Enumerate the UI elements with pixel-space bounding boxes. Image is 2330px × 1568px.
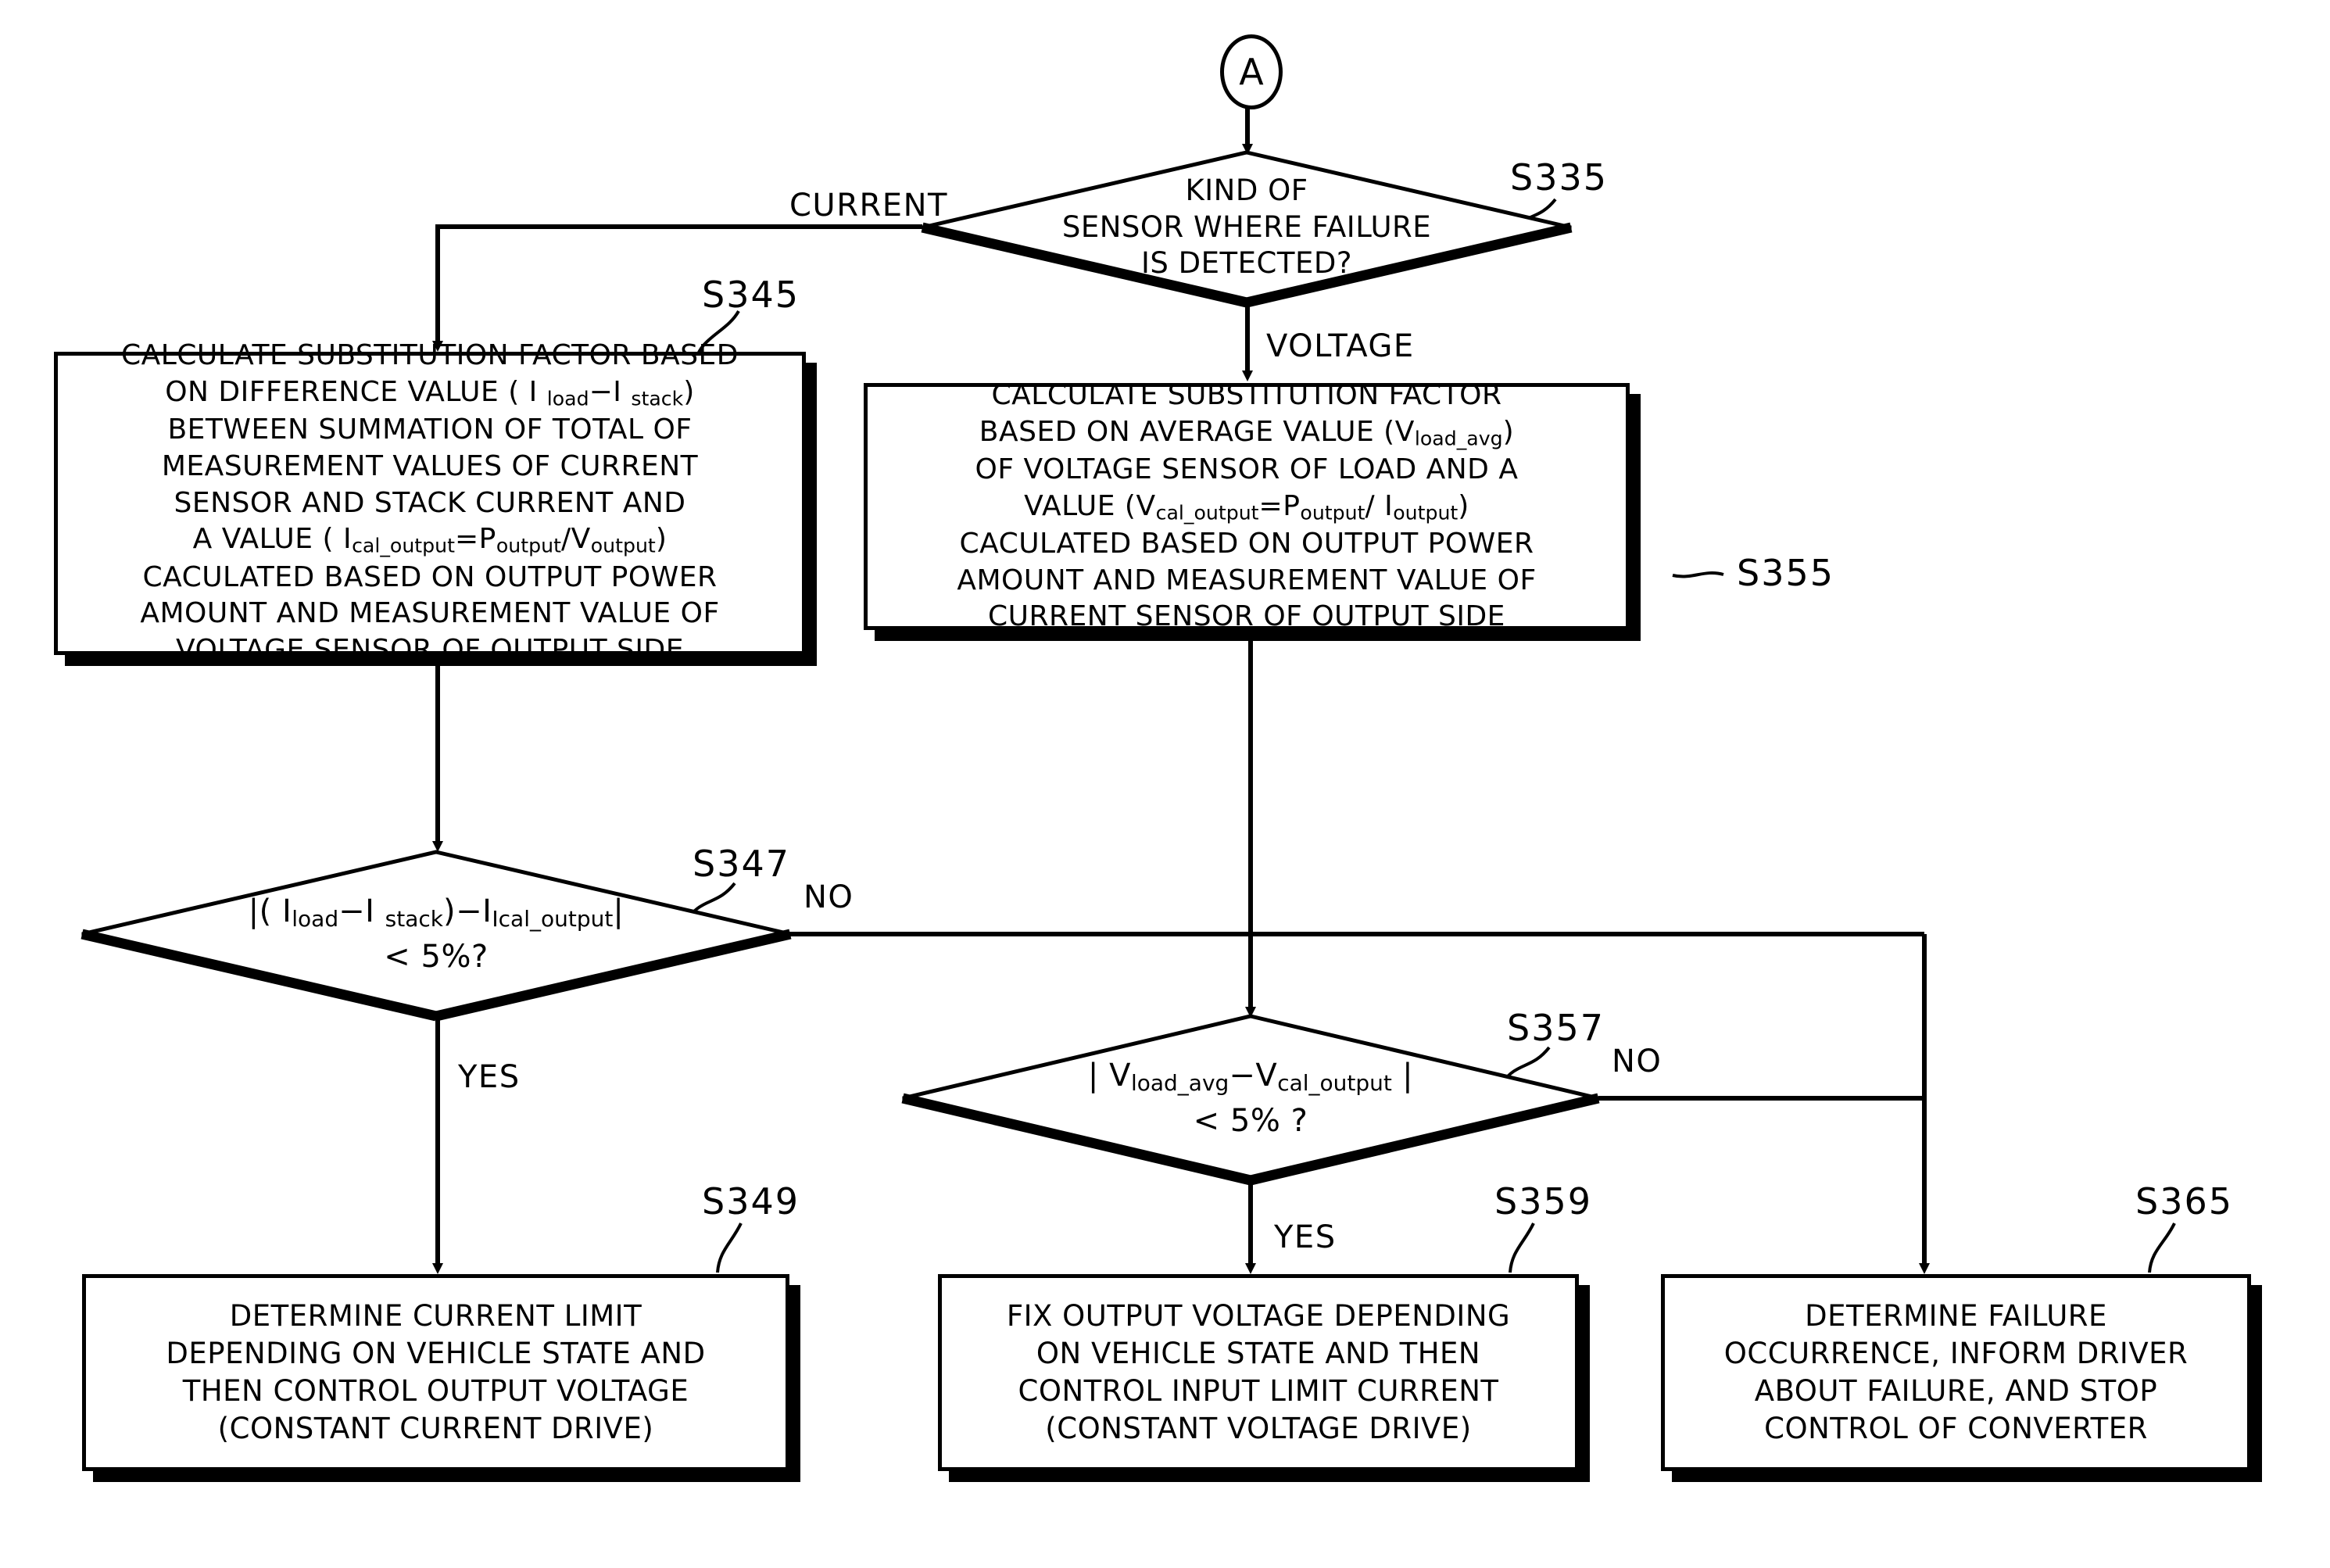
process-s355-line-3: OF VOLTAGE SENSOR OF LOAD AND A	[975, 453, 1519, 485]
process-s345-line-1: CALCULATE SUBSTITUTION FACTOR BASED	[120, 338, 739, 371]
process-s359: FIX OUTPUT VOLTAGE DEPENDING ON VEHICLE …	[938, 1274, 1579, 1471]
ref-s335: S335	[1510, 156, 1608, 199]
edge-label-current: CURRENT	[789, 188, 948, 224]
process-s349-text: DETERMINE CURRENT LIMIT DEPENDING ON VEH…	[158, 1293, 713, 1452]
edge-label-yes-s357: YES	[1274, 1219, 1337, 1255]
process-s345-line-2: ON DIFFERENCE VALUE ( I load−I stack)	[165, 375, 695, 410]
decision-s357: | Vload_avg−Vcal_output | < 5% ?	[901, 1014, 1600, 1186]
process-s345: CALCULATE SUBSTITUTION FACTOR BASED ON D…	[54, 339, 806, 666]
process-s345-line-8: AMOUNT AND MEASUREMENT VALUE OF	[140, 597, 720, 630]
process-s359-line-3: CONTROL INPUT LIMIT CURRENT	[1018, 1374, 1499, 1408]
process-s359-line-4: (CONSTANT VOLTAGE DRIVE)	[1045, 1412, 1472, 1446]
process-s349: DETERMINE CURRENT LIMIT DEPENDING ON VEH…	[82, 1274, 789, 1471]
process-s349-line-2: DEPENDING ON VEHICLE STATE AND	[166, 1336, 706, 1370]
decision-s347: |( Iload−I stack)−IIcal_output| < 5%?	[81, 850, 792, 1022]
process-s359-text: FIX OUTPUT VOLTAGE DEPENDING ON VEHICLE …	[999, 1293, 1518, 1452]
edge-label-yes-s347: YES	[458, 1059, 521, 1095]
process-s349-line-4: (CONSTANT CURRENT DRIVE)	[217, 1412, 654, 1446]
process-s345-line-5: SENSOR AND STACK CURRENT AND	[174, 486, 686, 519]
process-s355: CALCULATE SUBSTITUTION FACTOR BASED ON A…	[864, 379, 1630, 632]
process-s365: DETERMINE FAILURE OCCURRENCE, INFORM DRI…	[1661, 1274, 2251, 1471]
edge-label-voltage: VOLTAGE	[1266, 328, 1415, 364]
process-s365-line-2: OCCURRENCE, INFORM DRIVER	[1723, 1336, 2189, 1370]
process-s345-text: CALCULATE SUBSTITUTION FACTOR BASED ON D…	[113, 333, 746, 674]
process-s355-line-7: CURRENT SENSOR OF OUTPUT SIDE	[988, 600, 1505, 633]
ref-s365: S365	[2135, 1180, 2233, 1223]
process-s365-line-3: ABOUT FAILURE, AND STOP	[1754, 1374, 2158, 1408]
connector-a-label: A	[1239, 51, 1264, 93]
process-s355-line-1: CALCULATE SUBSTITUTION FACTOR	[991, 378, 1502, 411]
process-s365-line-4: CONTROL OF CONVERTER	[1764, 1412, 2148, 1446]
process-s355-line-4: VALUE (Vcal_output=Poutput/ Ioutput)	[1024, 489, 1469, 524]
ref-s357: S357	[1507, 1007, 1605, 1049]
ref-s359: S359	[1494, 1180, 1592, 1223]
edge-label-no-s347: NO	[804, 879, 854, 915]
process-s355-text: CALCULATE SUBSTITUTION FACTOR BASED ON A…	[949, 373, 1544, 641]
process-s355-line-6: AMOUNT AND MEASUREMENT VALUE OF	[957, 564, 1537, 596]
process-s345-line-4: MEASUREMENT VALUES OF CURRENT	[161, 449, 699, 482]
process-s345-line-6: A VALUE ( Ical_output=Poutput/Voutput)	[192, 523, 668, 557]
process-s365-text: DETERMINE FAILURE OCCURRENCE, INFORM DRI…	[1716, 1293, 2196, 1452]
process-s345-line-3: BETWEEN SUMMATION OF TOTAL OF	[167, 413, 693, 446]
ref-s355: S355	[1737, 552, 1834, 594]
process-s349-line-3: THEN CONTROL OUTPUT VOLTAGE	[182, 1374, 689, 1408]
process-s359-line-2: ON VEHICLE STATE AND THEN	[1036, 1336, 1481, 1370]
process-s355-line-5: CACULATED BASED ON OUTPUT POWER	[959, 527, 1534, 560]
ref-s345: S345	[702, 274, 800, 316]
process-s359-line-1: FIX OUTPUT VOLTAGE DEPENDING	[1006, 1298, 1511, 1333]
edge-label-no-s357: NO	[1612, 1044, 1662, 1079]
process-s349-line-1: DETERMINE CURRENT LIMIT	[229, 1298, 642, 1333]
process-s365-line-1: DETERMINE FAILURE	[1805, 1298, 2107, 1333]
process-s355-line-2: BASED ON AVERAGE VALUE (Vload_avg)	[979, 415, 1515, 450]
flowchart-canvas: A KIND OF SENSOR WHERE FAILURE IS DETECT…	[0, 0, 2330, 1568]
ref-s349: S349	[702, 1180, 800, 1223]
decision-s335: KIND OF SENSOR WHERE FAILURE IS DETECTED…	[921, 150, 1573, 308]
connector-a: A	[1220, 34, 1283, 109]
process-s345-line-9: VOLTAGE SENSOR OF OUTPUT SIDE	[176, 634, 684, 667]
ref-s347: S347	[693, 843, 790, 885]
process-s345-line-7: CACULATED BASED ON OUTPUT POWER	[142, 560, 718, 593]
